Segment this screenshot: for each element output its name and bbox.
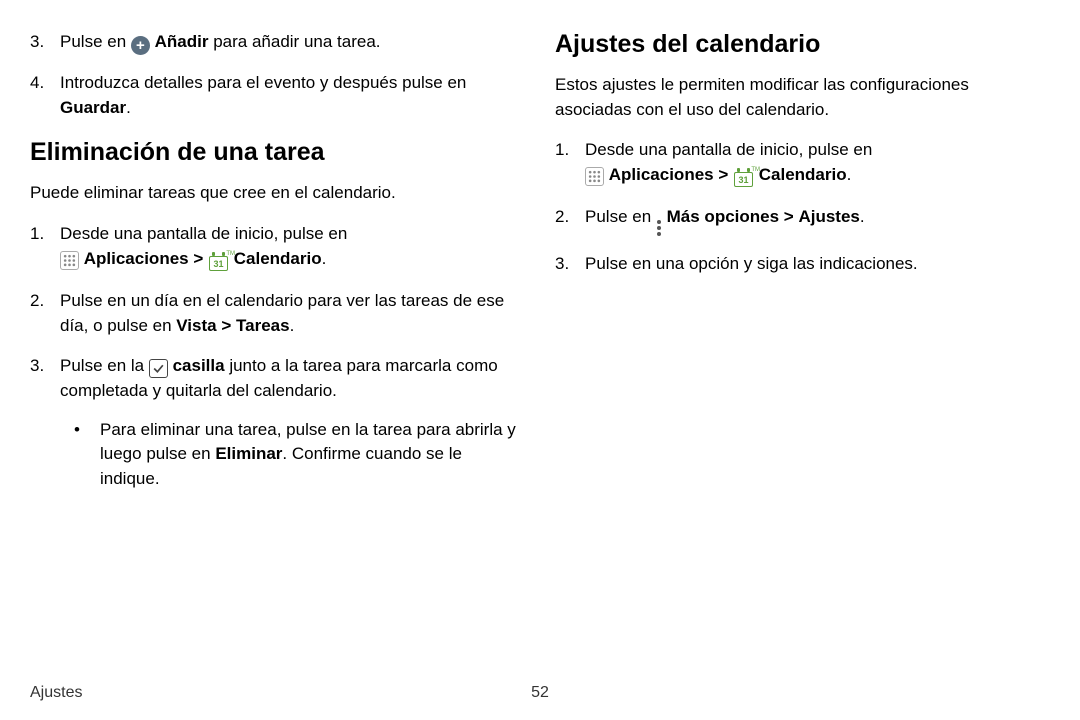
vista-label: Vista <box>176 316 216 335</box>
right-column: Ajustes del calendario Estos ajustes le … <box>555 30 1050 700</box>
text: para añadir una tarea. <box>213 32 380 51</box>
step-body: Pulse en un día en el calendario para ve… <box>60 289 525 338</box>
calendar-icon: 31TM <box>208 254 229 273</box>
step-number: 2. <box>30 289 46 338</box>
text: Pulse en la <box>60 356 144 375</box>
chevron: > <box>718 165 728 184</box>
step-body: Desde una pantalla de inicio, pulse en A… <box>60 222 525 273</box>
chevron: > <box>193 249 203 268</box>
step-4-save: 4. Introduzca detalles para el evento y … <box>30 71 525 120</box>
add-label: Añadir <box>155 32 209 51</box>
step-3-checkbox: 3. Pulse en la casilla junto a la tarea … <box>30 354 525 491</box>
text: Desde una pantalla de inicio, pulse en <box>60 224 347 243</box>
text: Pulse en <box>60 32 126 51</box>
step-3-follow: 3. Pulse en una opción y siga las indica… <box>555 252 1050 277</box>
step-body: Desde una pantalla de inicio, pulse en A… <box>585 138 1050 189</box>
text: Introduzca detalles para el evento y des… <box>60 73 466 92</box>
tareas-label: Tareas <box>236 316 290 335</box>
apps-label: Aplicaciones <box>84 249 189 268</box>
chevron: > <box>784 207 794 226</box>
ajustes-label: Ajustes <box>798 207 859 226</box>
step-body: Pulse en + Añadir para añadir una tarea. <box>60 30 525 55</box>
step-2-view-tasks: 2. Pulse en un día en el calendario para… <box>30 289 525 338</box>
bullet-icon: • <box>74 418 86 492</box>
delete-task-steps: 1. Desde una pantalla de inicio, pulse e… <box>30 222 525 492</box>
step-2-more-options: 2. Pulse en Más opciones > Ajustes. <box>555 205 1050 236</box>
calendar-label: Calendario <box>234 249 322 268</box>
calendar-settings-intro: Estos ajustes le permiten modificar las … <box>555 73 1050 122</box>
step-number: 3. <box>555 252 571 277</box>
delete-task-intro: Puede eliminar tareas que cree en el cal… <box>30 181 525 206</box>
calendar-icon: 31TM <box>733 170 754 189</box>
two-column-layout: 3. Pulse en + Añadir para añadir una tar… <box>30 30 1050 700</box>
footer-section: Ajustes <box>30 684 82 702</box>
period: . <box>322 249 327 268</box>
step-3-add: 3. Pulse en + Añadir para añadir una tar… <box>30 30 525 55</box>
text: Desde una pantalla de inicio, pulse en <box>585 140 872 159</box>
period: . <box>860 207 865 226</box>
step-body: Pulse en la casilla junto a la tarea par… <box>60 354 525 491</box>
left-column: 3. Pulse en + Añadir para añadir una tar… <box>30 30 525 700</box>
step-body: Pulse en Más opciones > Ajustes. <box>585 205 1050 236</box>
step-number: 3. <box>30 30 46 55</box>
period: . <box>126 98 131 117</box>
step-number: 1. <box>30 222 46 273</box>
page-footer: Ajustes 52 <box>30 684 1050 702</box>
apps-icon <box>585 167 604 186</box>
apps-icon <box>60 251 79 270</box>
text: Pulse en una opción y siga las indicacio… <box>585 254 918 273</box>
step-number: 3. <box>30 354 46 491</box>
manual-page: 3. Pulse en + Añadir para añadir una tar… <box>0 0 1080 720</box>
calendar-settings-steps: 1. Desde una pantalla de inicio, pulse e… <box>555 138 1050 277</box>
save-label: Guardar <box>60 98 126 117</box>
text: Pulse en <box>585 207 651 226</box>
continued-steps: 3. Pulse en + Añadir para añadir una tar… <box>30 30 525 120</box>
delete-task-heading: Eliminación de una tarea <box>30 138 525 167</box>
step-number: 4. <box>30 71 46 120</box>
calendar-label: Calendario <box>759 165 847 184</box>
casilla-label: casilla <box>173 356 225 375</box>
substep-body: Para eliminar una tarea, pulse en la tar… <box>100 418 525 492</box>
step-1-open-calendar: 1. Desde una pantalla de inicio, pulse e… <box>30 222 525 273</box>
more-options-icon <box>656 220 662 236</box>
substep-delete: • Para eliminar una tarea, pulse en la t… <box>60 418 525 492</box>
step-body: Pulse en una opción y siga las indicacio… <box>585 252 1050 277</box>
step-1-open-calendar: 1. Desde una pantalla de inicio, pulse e… <box>555 138 1050 189</box>
period: . <box>290 316 295 335</box>
checkbox-icon <box>149 359 168 378</box>
eliminar-label: Eliminar <box>215 444 282 463</box>
apps-label: Aplicaciones <box>609 165 714 184</box>
step-number: 1. <box>555 138 571 189</box>
page-number: 52 <box>531 684 549 702</box>
chevron: > <box>221 316 231 335</box>
more-options-label: Más opciones <box>667 207 779 226</box>
period: . <box>847 165 852 184</box>
step-number: 2. <box>555 205 571 236</box>
step-body: Introduzca detalles para el evento y des… <box>60 71 525 120</box>
plus-icon: + <box>131 36 150 55</box>
calendar-settings-heading: Ajustes del calendario <box>555 30 1050 59</box>
